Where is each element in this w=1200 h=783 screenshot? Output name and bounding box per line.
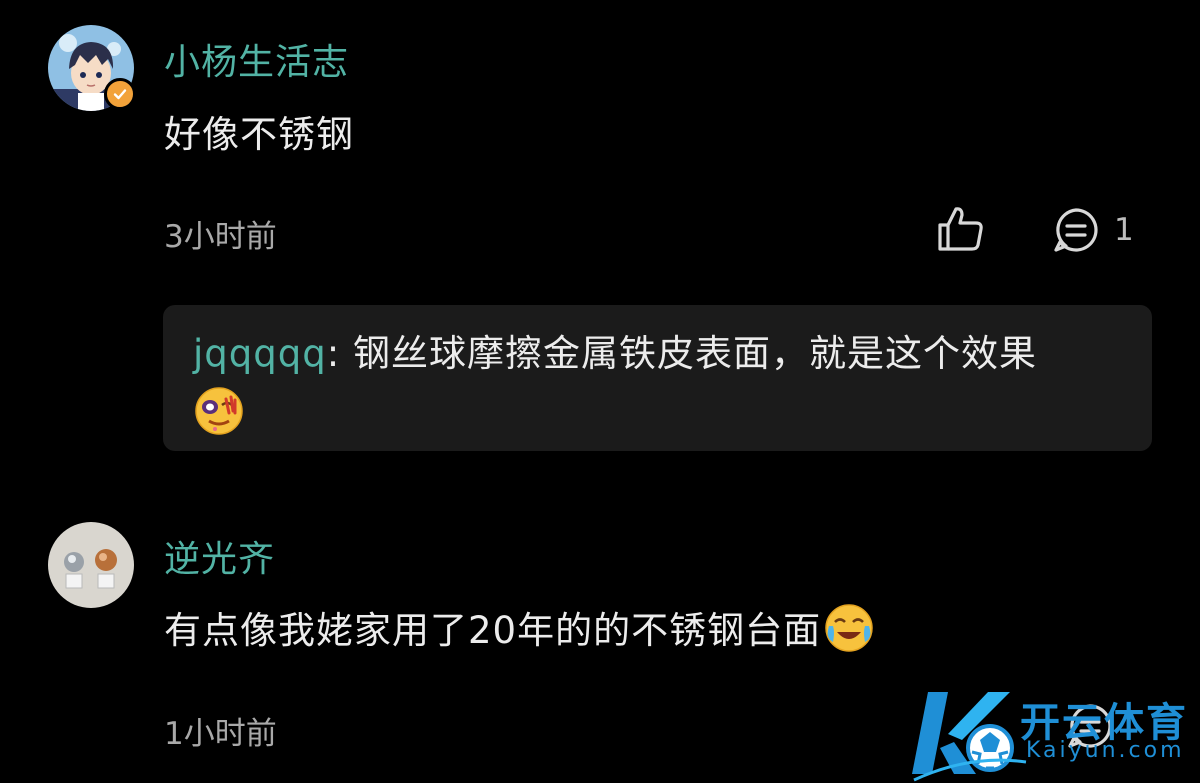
comment-username[interactable]: 逆光齐 [164,530,275,582]
watermark-logo: 开云体育 Kaiyun.com [910,682,1200,783]
kaiyun-logo-icon [912,692,1027,782]
comment-timestamp: 1小时前 [164,716,277,752]
comment-feed: 小杨生活志 好像不锈钢 3小时前 1 jqqqqq: 钢丝球摩擦金属铁皮表面，就… [0,0,1200,783]
watermark-brand-en: Kaiyun.com [1026,738,1185,763]
comment-text: 有点像我姥家用了20年的的不锈钢台面 [164,600,875,663]
comment-text-body: 有点像我姥家用了20年的的不锈钢台面 [164,609,822,652]
tears-of-joy-emoji-icon [823,602,875,663]
comment-item: 逆光齐 有点像我姥家用了20年的的不锈钢台面 1小时前 [0,0,1200,783]
avatar[interactable] [48,522,134,608]
